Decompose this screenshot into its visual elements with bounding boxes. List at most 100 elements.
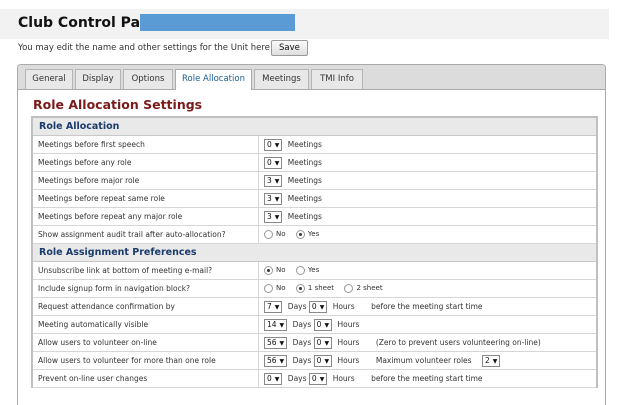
setting-label: Meetings before repeat same role xyxy=(38,194,165,203)
tab-meetings[interactable]: Meetings xyxy=(254,69,309,89)
save-button[interactable]: Save xyxy=(271,40,308,56)
setting-label: Unsubscribe link at bottom of meeting e-… xyxy=(38,266,213,275)
radio-label: 1 sheet xyxy=(307,284,335,292)
tab-bar: General Display Options Role Allocation … xyxy=(18,65,605,90)
days-label: Days xyxy=(287,374,307,383)
setting-row: Meetings before repeat any major role 3 ▼… xyxy=(33,208,596,226)
chevron-down-icon: ▼ xyxy=(324,322,330,329)
chevron-down-icon: ▼ xyxy=(319,376,325,383)
setting-note: (Zero to prevent users volunteering on-l… xyxy=(375,338,541,347)
chevron-down-icon: ▼ xyxy=(274,160,280,167)
setting-row: Allow users to volunteer for more than o… xyxy=(33,352,596,370)
meetings-before-repeat-major-role-select[interactable]: 3 ▼ xyxy=(264,211,283,223)
radio-label: Yes xyxy=(307,230,320,238)
chevron-down-icon: ▼ xyxy=(274,214,280,221)
setting-row: Meetings before major role 3 ▼ Meetings xyxy=(33,172,596,190)
meetings-before-first-speech-select[interactable]: 0 ▼ xyxy=(264,139,283,151)
signup-2-sheet-radio[interactable] xyxy=(344,284,354,293)
attendance-days-select[interactable]: 7 ▼ xyxy=(264,301,283,313)
meetings-before-repeat-same-role-select[interactable]: 3 ▼ xyxy=(264,193,283,205)
audit-trail-yes-radio[interactable] xyxy=(295,230,305,239)
hours-label: Hours xyxy=(332,374,355,383)
radio-label: No xyxy=(276,284,286,292)
setting-row: Meetings before repeat same role 3 ▼ Meet… xyxy=(33,190,596,208)
chevron-down-icon: ▼ xyxy=(324,358,330,365)
visible-hours-select[interactable]: 0 ▼ xyxy=(313,319,333,331)
setting-label: Allow users to volunteer on-line xyxy=(38,338,157,347)
chevron-down-icon: ▼ xyxy=(279,340,285,347)
tab-tmi-info[interactable]: TMI Info xyxy=(311,69,363,89)
chevron-down-icon: ▼ xyxy=(324,340,330,347)
chevron-down-icon: ▼ xyxy=(274,178,280,185)
chevron-down-icon: ▼ xyxy=(319,304,325,311)
unit-name-field[interactable] xyxy=(140,14,295,31)
unit-label: Meetings xyxy=(287,176,322,185)
setting-label: Meetings before major role xyxy=(38,176,140,185)
tab-options[interactable]: Options xyxy=(123,69,173,89)
multi-volunteer-hours-select[interactable]: 0 ▼ xyxy=(313,355,333,367)
setting-row: Meetings before first speech 0 ▼ Meetings xyxy=(33,136,596,154)
unsubscribe-no-radio[interactable] xyxy=(264,266,273,275)
unit-label: Meetings xyxy=(287,212,322,221)
section-title: Role Allocation Settings xyxy=(33,97,203,112)
setting-row: Allow users to volunteer on-line 56 ▼ Day… xyxy=(33,334,596,352)
setting-note: before the meeting start time xyxy=(371,302,483,311)
unit-label: Meetings xyxy=(287,158,322,167)
tab-general[interactable]: General xyxy=(25,69,73,89)
setting-row: Request attendance confirmation by 7 ▼ Da… xyxy=(33,298,596,316)
max-volunteer-roles-select[interactable]: 2 ▼ xyxy=(481,355,501,367)
signup-1-sheet-radio[interactable] xyxy=(295,284,305,293)
volunteer-days-select[interactable]: 56 ▼ xyxy=(264,337,288,349)
volunteer-hours-select[interactable]: 0 ▼ xyxy=(313,337,333,349)
hours-label: Hours xyxy=(332,302,355,311)
setting-label: Allow users to volunteer for more than o… xyxy=(38,356,216,365)
radio-label: Yes xyxy=(307,266,320,274)
multi-volunteer-days-select[interactable]: 56 ▼ xyxy=(264,355,288,367)
unit-label: Meetings xyxy=(287,194,322,203)
hours-label: Hours xyxy=(337,320,360,329)
audit-trail-no-radio[interactable] xyxy=(264,230,273,239)
setting-label: Show assignment audit trail after auto-a… xyxy=(38,230,226,239)
meetings-before-major-role-select[interactable]: 3 ▼ xyxy=(264,175,283,187)
chevron-down-icon: ▼ xyxy=(492,358,498,365)
days-label: Days xyxy=(292,356,312,365)
chevron-down-icon: ▼ xyxy=(274,142,280,149)
radio-label: 2 sheet xyxy=(356,284,383,292)
chevron-down-icon: ▼ xyxy=(279,358,285,365)
setting-label: Meetings before any role xyxy=(38,158,132,167)
setting-note: Maximum volunteer roles xyxy=(375,356,472,365)
setting-row: Include signup form in navigation block?… xyxy=(33,280,596,298)
setting-label: Meetings before first speech xyxy=(38,140,145,149)
setting-label: Meeting automatically visible xyxy=(38,320,149,329)
chevron-down-icon: ▼ xyxy=(274,304,280,311)
meetings-before-any-role-select[interactable]: 0 ▼ xyxy=(264,157,283,169)
unsubscribe-yes-radio[interactable] xyxy=(295,266,305,275)
visible-days-select[interactable]: 14 ▼ xyxy=(264,319,288,331)
attendance-hours-select[interactable]: 0 ▼ xyxy=(308,301,328,313)
chevron-down-icon: ▼ xyxy=(274,376,280,383)
group-header-role-allocation: Role Allocation xyxy=(33,118,596,136)
chevron-down-icon: ▼ xyxy=(274,196,280,203)
days-label: Days xyxy=(287,302,307,311)
tab-display[interactable]: Display xyxy=(75,69,121,89)
radio-label: No xyxy=(276,266,286,274)
setting-row: Meeting automatically visible 14 ▼ Days 0… xyxy=(33,316,596,334)
hours-label: Hours xyxy=(337,356,360,365)
setting-note: before the meeting start time xyxy=(371,374,483,383)
days-label: Days xyxy=(292,320,312,329)
setting-row: Prevent on-line user changes 0 ▼ Days 0 ▼ … xyxy=(33,370,596,388)
settings-table: Role Allocation Meetings before first sp… xyxy=(31,116,598,388)
edit-hint-text: You may edit the name and other settings… xyxy=(18,43,270,53)
setting-label: Prevent on-line user changes xyxy=(38,374,148,383)
hours-label: Hours xyxy=(337,338,360,347)
tab-role-allocation[interactable]: Role Allocation xyxy=(175,69,252,90)
setting-label: Include signup form in navigation block? xyxy=(38,284,191,293)
radio-label: No xyxy=(276,230,286,238)
chevron-down-icon: ▼ xyxy=(279,322,285,329)
signup-no-radio[interactable] xyxy=(264,284,273,293)
prevent-changes-days-select[interactable]: 0 ▼ xyxy=(264,373,283,385)
prevent-changes-hours-select[interactable]: 0 ▼ xyxy=(308,373,328,385)
days-label: Days xyxy=(292,338,312,347)
setting-row: Show assignment audit trail after auto-a… xyxy=(33,226,596,244)
group-header-role-assignment: Role Assignment Preferences xyxy=(33,244,596,262)
